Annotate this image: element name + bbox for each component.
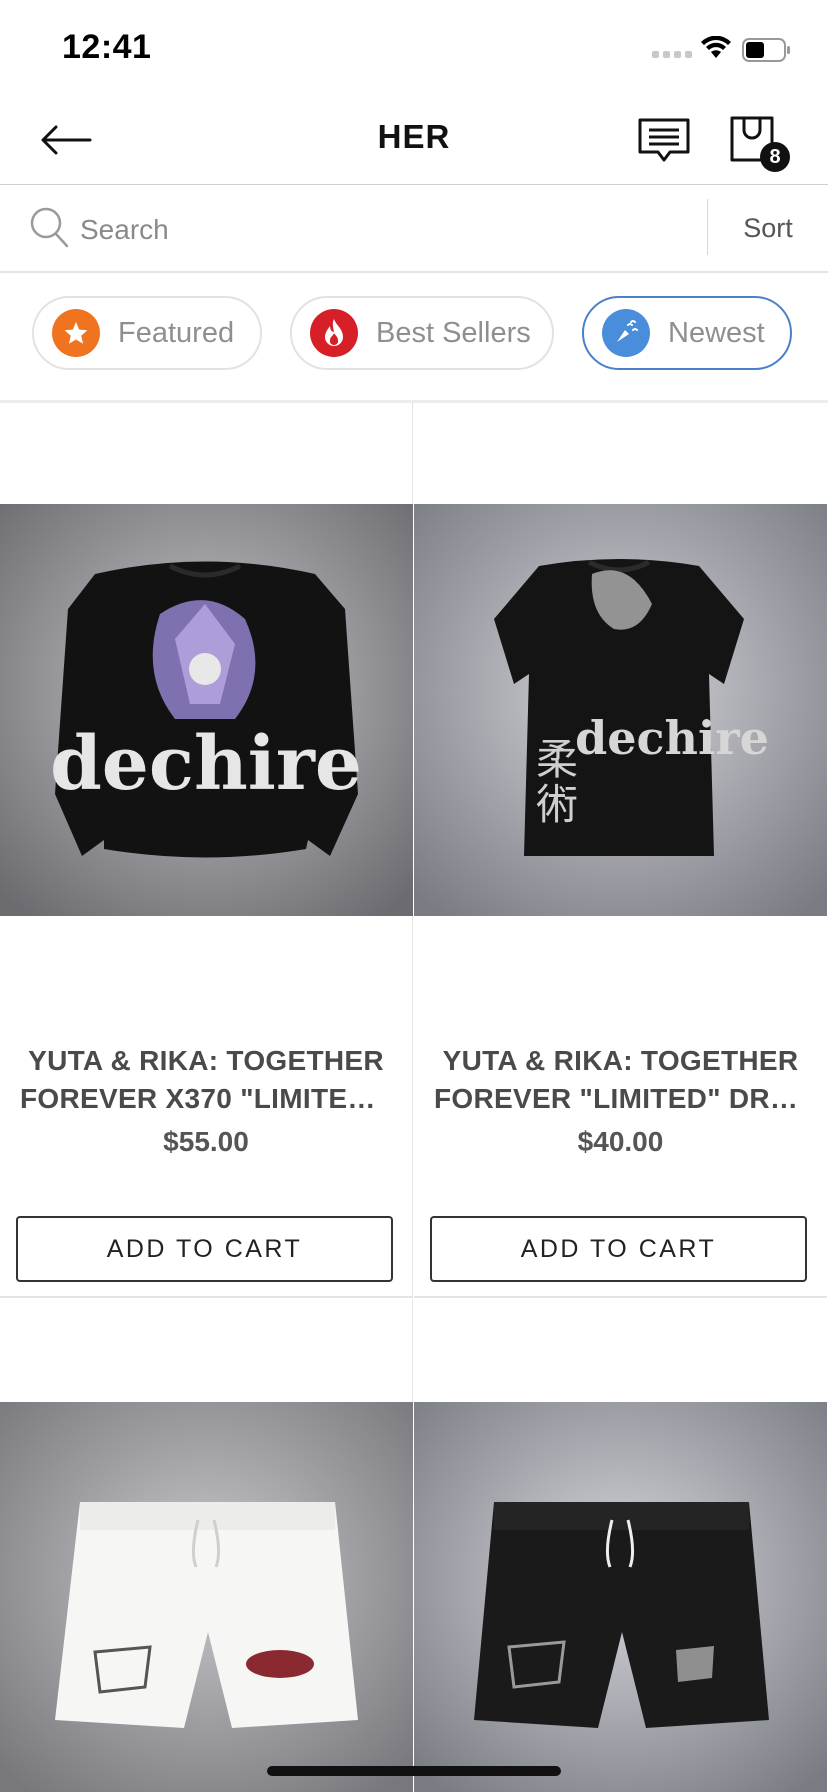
star-icon (52, 309, 100, 357)
product-image[interactable]: 柔 術 dechire (414, 504, 827, 916)
product-price: $55.00 (163, 1126, 249, 1157)
product-price: $40.00 (577, 1126, 664, 1157)
search-bar: Sort (0, 185, 828, 273)
product-name[interactable]: YUTA & RIKA: TOGETHER FOREVER X370 "LIMI… (20, 1042, 392, 1118)
filter-chip-best-sellers[interactable]: Best Sellers (290, 296, 554, 370)
product-print-text: dechire (575, 711, 769, 765)
status-time: 12:41 (62, 28, 152, 66)
cart-count-badge: 8 (760, 142, 790, 172)
search-icon (30, 207, 69, 248)
nav-header: HER 8 (0, 100, 828, 185)
product-card[interactable]: dechire YUTA & RIKA: TOGETHER FOREVER X3… (0, 402, 413, 1298)
page-title: HER (377, 118, 451, 155)
chat-icon (638, 118, 690, 162)
filter-label: Newest (668, 316, 765, 349)
product-image[interactable] (414, 1402, 827, 1792)
wifi-icon (701, 36, 731, 58)
product-print-text: dechire (50, 721, 362, 807)
filter-chip-newest[interactable]: Newest (582, 296, 792, 370)
product-image[interactable]: dechire (0, 504, 413, 916)
search-input[interactable] (78, 207, 682, 253)
svg-text:柔: 柔 (536, 735, 578, 784)
filter-chips: Featured Best Sellers Newest (0, 272, 828, 403)
add-to-cart-button[interactable]: ADD TO CART (16, 1216, 393, 1282)
product-name[interactable]: YUTA & RIKA: TOGETHER FOREVER "LIMITED" … (434, 1042, 807, 1118)
home-indicator (267, 1766, 561, 1776)
shopping-bag-button[interactable]: 8 (728, 112, 790, 172)
product-grid: dechire YUTA & RIKA: TOGETHER FOREVER X3… (0, 402, 828, 1792)
add-to-cart-button[interactable]: ADD TO CART (430, 1216, 807, 1282)
filter-chip-featured[interactable]: Featured (32, 296, 262, 370)
battery-icon (742, 38, 790, 62)
flame-icon (310, 309, 358, 357)
cellular-signal-icon (652, 51, 692, 58)
filter-label: Best Sellers (376, 316, 531, 349)
product-image[interactable] (0, 1402, 413, 1792)
product-card[interactable]: 柔 術 dechire YUTA & RIKA: TOGETHER FOREVE… (414, 402, 827, 1298)
rocket-icon (602, 309, 650, 357)
status-bar: 12:41 (0, 0, 828, 100)
product-card[interactable] (414, 1300, 827, 1792)
messages-button[interactable] (636, 116, 692, 166)
sort-button[interactable]: Sort (708, 185, 828, 271)
filter-label: Featured (118, 316, 235, 349)
product-card[interactable] (0, 1300, 413, 1792)
svg-text:術: 術 (536, 780, 578, 829)
